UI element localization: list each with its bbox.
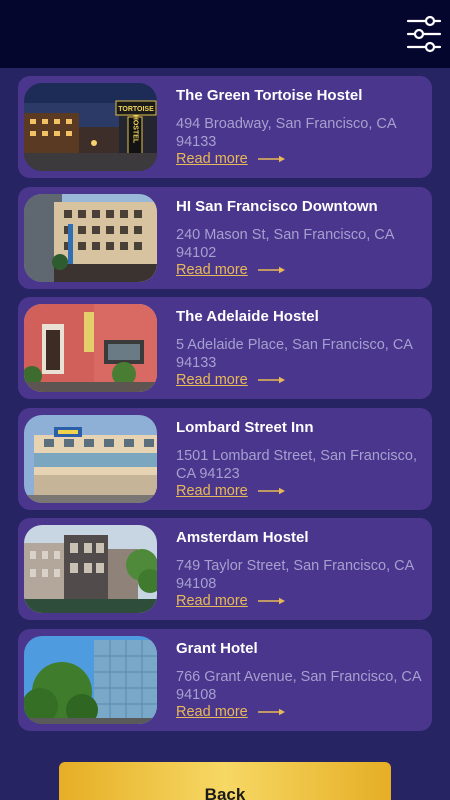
hostel-name: HI San Francisco Downtown bbox=[176, 197, 378, 215]
read-more-label: Read more bbox=[176, 593, 248, 609]
back-button[interactable]: Back bbox=[59, 762, 391, 800]
hostel-card[interactable]: Amsterdam Hostel 749 Taylor Street, San … bbox=[18, 518, 432, 620]
read-more-link[interactable]: Read more bbox=[176, 262, 286, 278]
sign-text-hostel: HOSTEL bbox=[132, 115, 139, 144]
arrow-right-icon bbox=[257, 155, 285, 163]
hostel-name: Amsterdam Hostel bbox=[176, 529, 309, 546]
read-more-link[interactable]: Read more bbox=[176, 483, 286, 499]
hostel-address: 5 Adelaide Place, San Francisco, CA 9413… bbox=[176, 337, 413, 371]
read-more-label: Read more bbox=[176, 482, 248, 499]
read-more-link[interactable]: Read more bbox=[176, 151, 286, 167]
hostel-address: 1501 Lombard Street, San Francisco, CA 9… bbox=[176, 447, 417, 482]
hostel-photo bbox=[24, 525, 157, 613]
sliders-filter-icon bbox=[406, 15, 442, 53]
hostel-list: TORTOISE HOSTEL The Green Tortoise Hoste… bbox=[18, 76, 432, 739]
hostel-card[interactable]: Lombard Street Inn 1501 Lombard Street, … bbox=[18, 407, 432, 510]
hostel-address: 766 Grant Avenue, San Francisco, CA 9410… bbox=[176, 668, 421, 703]
hostel-address: 240 Mason St, San Francisco, CA 94102 bbox=[176, 226, 394, 261]
read-more-label: Read more bbox=[176, 151, 248, 167]
arrow-right-icon bbox=[257, 487, 285, 494]
filter-button[interactable] bbox=[406, 14, 442, 54]
top-bar bbox=[0, 0, 450, 68]
read-more-link[interactable]: Read more bbox=[176, 704, 286, 720]
back-button-label: Back bbox=[204, 785, 246, 800]
hostel-address: 494 Broadway, San Francisco, CA 94133 bbox=[176, 116, 396, 150]
hostel-photo: TORTOISE HOSTEL bbox=[24, 83, 157, 171]
read-more-label: Read more bbox=[176, 703, 248, 720]
arrow-right-icon bbox=[257, 597, 285, 605]
hostel-photo bbox=[24, 635, 157, 724]
hostel-card[interactable]: The Adelaide Hostel 5 Adelaide Place, Sa… bbox=[18, 297, 432, 399]
hostel-address: 749 Taylor Street, San Francisco, CA 941… bbox=[176, 558, 414, 592]
hostel-card[interactable]: TORTOISE HOSTEL The Green Tortoise Hoste… bbox=[18, 76, 432, 178]
hostel-name: The Adelaide Hostel bbox=[176, 308, 319, 325]
hostel-card[interactable]: HI San Francisco Downtown 240 Mason St, … bbox=[18, 186, 432, 289]
hostel-card[interactable]: Grant Hotel 766 Grant Avenue, San Franci… bbox=[18, 628, 432, 731]
read-more-link[interactable]: Read more bbox=[176, 372, 286, 388]
arrow-right-icon bbox=[257, 708, 285, 715]
hostel-photo bbox=[24, 304, 157, 392]
hostel-photo bbox=[24, 414, 157, 503]
hostel-photo bbox=[24, 193, 157, 282]
read-more-link[interactable]: Read more bbox=[176, 593, 286, 609]
sign-text-tortoise: TORTOISE bbox=[118, 106, 154, 113]
read-more-label: Read more bbox=[176, 261, 248, 278]
read-more-label: Read more bbox=[176, 372, 248, 388]
hostel-name: The Green Tortoise Hostel bbox=[176, 87, 363, 104]
arrow-right-icon bbox=[257, 376, 285, 384]
hostel-name: Grant Hotel bbox=[176, 639, 258, 657]
hostel-name: Lombard Street Inn bbox=[176, 418, 314, 436]
arrow-right-icon bbox=[257, 266, 285, 273]
